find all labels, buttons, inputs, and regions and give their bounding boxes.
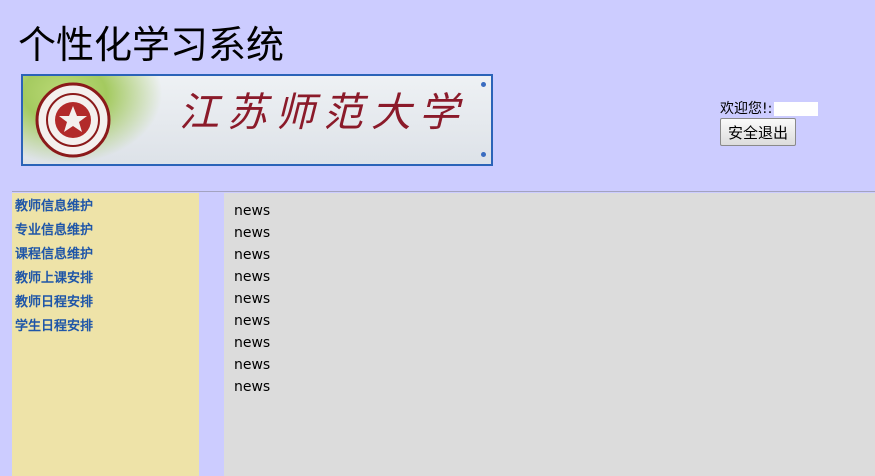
- page-title: 个性化学习系统: [18, 23, 285, 67]
- sidebar-item-teacher-class-schedule[interactable]: 教师上课安排: [15, 270, 199, 294]
- sidebar-item-course-info[interactable]: 课程信息维护: [15, 246, 199, 270]
- news-item: news: [234, 357, 271, 373]
- sidebar-item-teacher-daily-schedule[interactable]: 教师日程安排: [15, 294, 199, 318]
- sidebar-nav: 教师信息维护 专业信息维护 课程信息维护 教师上课安排 教师日程安排 学生日程安…: [12, 193, 199, 476]
- university-logotype: 江苏师范大学: [179, 90, 467, 136]
- welcome-message: 欢迎您!:: [720, 98, 819, 118]
- logout-button[interactable]: 安全退出: [720, 118, 797, 146]
- news-item: news: [234, 225, 271, 241]
- sidebar-item-student-daily-schedule[interactable]: 学生日程安排: [15, 318, 199, 342]
- sidebar-item-teacher-info[interactable]: 教师信息维护: [15, 198, 199, 222]
- sidebar-item-major-info[interactable]: 专业信息维护: [15, 222, 199, 246]
- username-value: [774, 102, 819, 116]
- news-item: news: [234, 313, 271, 329]
- news-item: news: [234, 203, 271, 219]
- news-item: news: [234, 335, 271, 351]
- welcome-label: 欢迎您!:: [720, 101, 773, 117]
- news-item: news: [234, 379, 271, 395]
- svg-text:江苏师范大学: 江苏师范大学: [179, 90, 467, 136]
- news-item: news: [234, 291, 271, 307]
- university-banner: 江苏师范大学: [21, 74, 493, 166]
- main-content: news news news news news news news news …: [224, 193, 875, 476]
- banner-rivet: [481, 152, 486, 157]
- header-divider: [12, 191, 875, 192]
- news-item: news: [234, 247, 271, 263]
- university-seal-icon: [35, 82, 111, 158]
- banner-rivet: [481, 82, 486, 87]
- news-item: news: [234, 269, 271, 285]
